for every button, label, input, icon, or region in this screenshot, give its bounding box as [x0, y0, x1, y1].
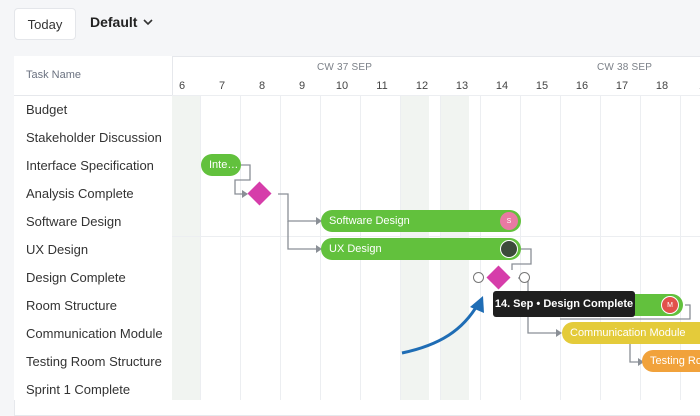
- view-select-label: Default: [90, 14, 138, 30]
- task-row-label[interactable]: Room Structure: [26, 298, 117, 313]
- day-gridline: [200, 95, 201, 400]
- avatar: [500, 240, 518, 258]
- day-label: 10: [335, 80, 349, 92]
- day-label: 7: [218, 80, 226, 92]
- avatar: S: [500, 212, 518, 230]
- view-select[interactable]: Default: [90, 14, 154, 30]
- row-divider: [172, 236, 700, 237]
- day-label: 1: [692, 80, 700, 92]
- day-label: 12: [415, 80, 429, 92]
- task-row-label[interactable]: Software Design: [26, 214, 121, 229]
- day-label: 6: [178, 80, 186, 92]
- today-button[interactable]: Today: [14, 8, 76, 40]
- dependency-handle-right[interactable]: [519, 272, 530, 283]
- day-label: 18: [655, 80, 669, 92]
- day-label: 15: [535, 80, 549, 92]
- day-label: 9: [298, 80, 306, 92]
- task-row-label[interactable]: Sprint 1 Complete: [26, 382, 130, 397]
- milestone-tooltip: 14. Sep • Design Complete: [493, 291, 635, 317]
- task-bar-testing-room-structure[interactable]: Testing Roo: [642, 350, 700, 372]
- task-name-header[interactable]: Task Name: [26, 69, 81, 81]
- header-divider: [14, 95, 172, 96]
- day-gridline: [640, 95, 641, 400]
- chevron-down-icon: [143, 19, 154, 26]
- task-bar-interface-specification[interactable]: Inte…: [201, 154, 241, 176]
- day-gridline: [600, 95, 601, 400]
- task-row-label[interactable]: Communication Module: [26, 326, 163, 341]
- day-label: 14: [495, 80, 509, 92]
- task-bar-label: Software Design: [329, 215, 410, 227]
- task-row-label[interactable]: Stakeholder Discussion: [26, 130, 162, 145]
- week-label: CW 37 SEP: [317, 62, 373, 73]
- day-label: 11: [376, 80, 388, 92]
- task-row-label[interactable]: Budget: [26, 102, 67, 117]
- task-row-label[interactable]: Analysis Complete: [26, 186, 134, 201]
- task-row-label[interactable]: UX Design: [26, 242, 88, 257]
- toolbar: Today Default: [0, 0, 700, 52]
- day-label: 13: [455, 80, 469, 92]
- day-gridline: [280, 95, 281, 400]
- day-gridline: [240, 95, 241, 400]
- task-bar-communication-module[interactable]: Communication Module: [562, 322, 700, 344]
- header-divider: [172, 95, 700, 96]
- task-row-label[interactable]: Interface Specification: [26, 158, 154, 173]
- day-label: 17: [615, 80, 629, 92]
- task-bar-software-design[interactable]: Software Design: [321, 210, 521, 232]
- day-label: 8: [258, 80, 266, 92]
- task-row-label[interactable]: Design Complete: [26, 270, 126, 285]
- dependency-handle-left[interactable]: [473, 272, 484, 283]
- task-bar-ux-design[interactable]: UX Design: [321, 238, 521, 260]
- weekend-column: [172, 95, 200, 400]
- week-label: CW 38 SEP: [597, 62, 653, 73]
- day-gridline: [560, 95, 561, 400]
- task-bar-label: UX Design: [329, 243, 382, 255]
- avatar: M: [661, 296, 679, 314]
- task-list: Task Name Budget Stakeholder Discussion …: [14, 56, 173, 400]
- day-label: 16: [575, 80, 589, 92]
- task-row-label[interactable]: Testing Room Structure: [26, 354, 162, 369]
